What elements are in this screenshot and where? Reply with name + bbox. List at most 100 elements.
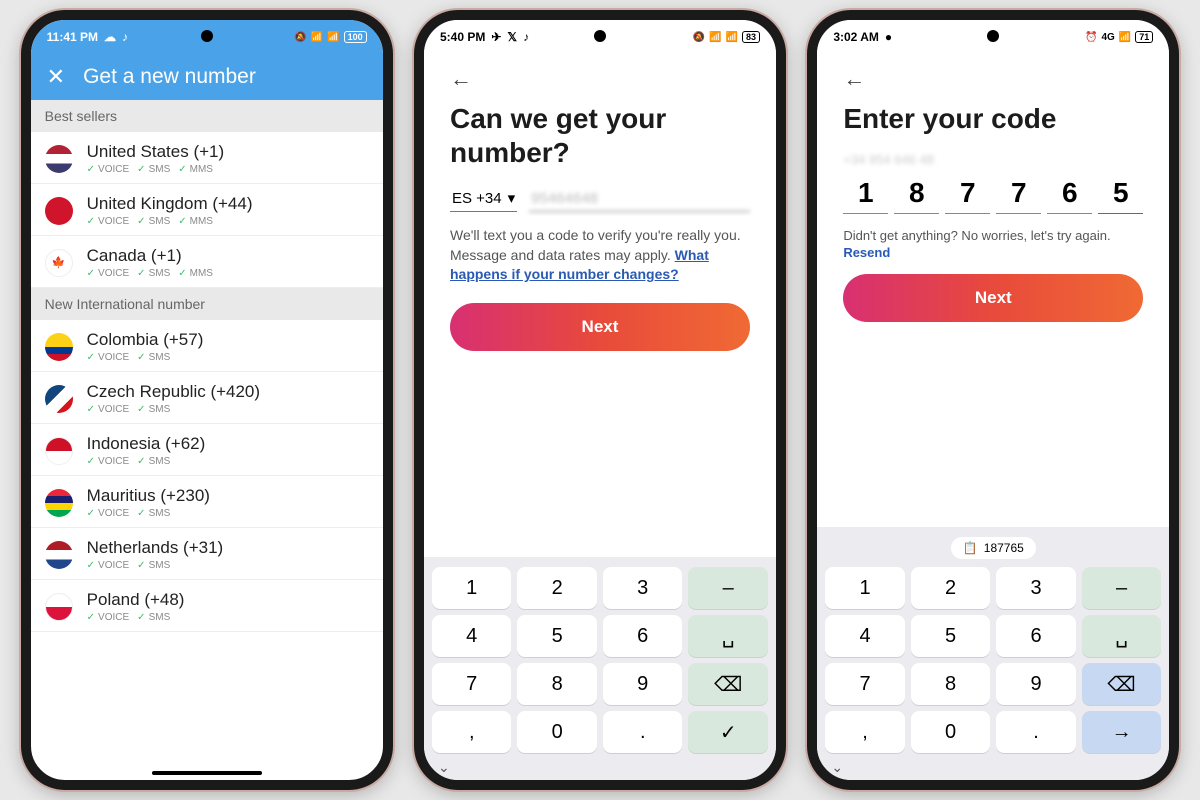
country-row[interactable]: Indonesia (+62)✓VOICE✓SMS [31, 424, 383, 476]
keypad-key-8[interactable]: 8 [517, 663, 597, 705]
signal-icon: 📶 [709, 32, 721, 43]
heading: Can we get your number? [450, 102, 750, 169]
feature-badges: ✓VOICE✓SMS✓MMS [87, 164, 369, 175]
feature-badge: ✓SMS [137, 352, 170, 363]
country-name: Czech Republic (+420) [87, 382, 369, 402]
next-button[interactable]: Next [843, 274, 1143, 322]
keypad-key-,[interactable]: , [432, 711, 512, 753]
keypad-key-9[interactable]: 9 [996, 663, 1076, 705]
flag-icon [45, 437, 73, 465]
status-time: 11:41 PM [47, 30, 98, 44]
keypad-key-6[interactable]: 6 [603, 615, 683, 657]
keypad-key-5[interactable]: 5 [517, 615, 597, 657]
keypad-key-8[interactable]: 8 [911, 663, 991, 705]
keypad-key-.[interactable]: . [996, 711, 1076, 753]
country-scroll-list[interactable]: Best sellersUnited States (+1)✓VOICE✓SMS… [31, 100, 383, 780]
feature-badges: ✓VOICE✓SMS✓MMS [87, 268, 369, 279]
flag-icon: 🍁 [45, 249, 73, 277]
country-row[interactable]: 🍁Canada (+1)✓VOICE✓SMS✓MMS [31, 236, 383, 288]
keypad-key-9[interactable]: 9 [603, 663, 683, 705]
code-digit: 6 [1047, 177, 1092, 214]
code-input[interactable]: 187765 [843, 177, 1143, 214]
keypad-key-✓[interactable]: ✓ [688, 711, 768, 753]
phone-enter-code: 3:02 AM ● ⏰ 4G 📶 71 ← Enter your code +3… [807, 10, 1179, 790]
keypad-key-␣[interactable]: ␣ [1082, 615, 1162, 657]
keypad-key-2[interactable]: 2 [517, 567, 597, 609]
keypad-key-3[interactable]: 3 [603, 567, 683, 609]
flag-icon [45, 197, 73, 225]
suggestion-value: 187765 [984, 541, 1024, 555]
back-icon[interactable]: ← [450, 62, 750, 102]
code-suggestion-chip[interactable]: 📋 187765 [951, 537, 1036, 559]
keypad-key-4[interactable]: 4 [432, 615, 512, 657]
front-camera [594, 30, 606, 42]
keyboard-collapse-icon[interactable]: ⌄ [825, 753, 1161, 776]
code-digit: 1 [843, 177, 888, 214]
country-code-select[interactable]: ES +34 ▾ [450, 185, 517, 212]
feature-badge: ✓SMS [137, 560, 170, 571]
feature-badge: ✓SMS [137, 404, 170, 415]
feature-badges: ✓VOICE✓SMS✓MMS [87, 216, 369, 227]
dot-icon: ● [885, 30, 892, 44]
country-code-value: ES +34 [452, 190, 502, 207]
keypad-key-4[interactable]: 4 [825, 615, 905, 657]
keypad-key-␣[interactable]: ␣ [688, 615, 768, 657]
keypad-key-–[interactable]: – [1082, 567, 1162, 609]
keypad-key-⌫[interactable]: ⌫ [688, 663, 768, 705]
country-row[interactable]: Poland (+48)✓VOICE✓SMS [31, 580, 383, 632]
keypad-key-.[interactable]: . [603, 711, 683, 753]
country-name: United Kingdom (+44) [87, 194, 369, 214]
feature-badges: ✓VOICE✓SMS [87, 508, 369, 519]
country-row[interactable]: United States (+1)✓VOICE✓SMS✓MMS [31, 132, 383, 184]
country-row[interactable]: United Kingdom (+44) ✓VOICE✓SMS✓MMS [31, 184, 383, 236]
telegram-icon: ✈ [491, 30, 501, 44]
back-icon[interactable]: ← [843, 62, 1143, 102]
battery-indicator: 83 [742, 31, 760, 43]
feature-badges: ✓VOICE✓SMS [87, 560, 369, 571]
battery-indicator: 71 [1135, 31, 1153, 43]
country-row[interactable]: Czech Republic (+420)✓VOICE✓SMS [31, 372, 383, 424]
keypad-key-→[interactable]: → [1082, 711, 1162, 753]
keypad-key-–[interactable]: – [688, 567, 768, 609]
feature-badge: ✓SMS [137, 456, 170, 467]
feature-badge: ✓VOICE [87, 164, 130, 175]
keyboard-collapse-icon[interactable]: ⌄ [432, 753, 768, 776]
country-row[interactable]: Colombia (+57)✓VOICE✓SMS [31, 320, 383, 372]
section-header: New International number [31, 288, 383, 320]
resend-link[interactable]: Resend [843, 245, 1143, 260]
country-row[interactable]: Mauritius (+230) ✓VOICE✓SMS [31, 476, 383, 528]
x-icon: 𝕏 [507, 30, 517, 44]
keypad-key-7[interactable]: 7 [825, 663, 905, 705]
keypad-key-1[interactable]: 1 [432, 567, 512, 609]
keypad-key-3[interactable]: 3 [996, 567, 1076, 609]
close-icon[interactable]: ✕ [47, 64, 65, 90]
keypad-key-2[interactable]: 2 [911, 567, 991, 609]
feature-badge: ✓SMS [137, 508, 170, 519]
keypad-key-6[interactable]: 6 [996, 615, 1076, 657]
country-name: Mauritius (+230) [87, 486, 369, 506]
keypad-key-1[interactable]: 1 [825, 567, 905, 609]
keypad-key-7[interactable]: 7 [432, 663, 512, 705]
next-button[interactable]: Next [450, 303, 750, 351]
signal-icon: 📶 [311, 32, 323, 43]
feature-badge: ✓SMS [137, 216, 170, 227]
feature-badge: ✓SMS [137, 164, 170, 175]
keypad-key-⌫[interactable]: ⌫ [1082, 663, 1162, 705]
country-name: Poland (+48) [87, 590, 369, 610]
keypad-key-0[interactable]: 0 [911, 711, 991, 753]
home-indicator[interactable] [152, 771, 262, 775]
description-text: We'll text you a code to verify you're r… [450, 226, 750, 285]
title-bar: ✕ Get a new number [31, 54, 383, 100]
keypad-key-,[interactable]: , [825, 711, 905, 753]
keypad-key-5[interactable]: 5 [911, 615, 991, 657]
page-title: Get a new number [83, 65, 256, 89]
mute-icon: 🔕 [693, 32, 705, 43]
wifi-icon: 📶 [726, 32, 738, 43]
keypad-key-0[interactable]: 0 [517, 711, 597, 753]
flag-icon [45, 385, 73, 413]
country-row[interactable]: Netherlands (+31)✓VOICE✓SMS [31, 528, 383, 580]
signal-4g-icon: 4G [1102, 32, 1115, 43]
music-icon: ♪ [122, 30, 128, 44]
phone-number-input[interactable]: 95464648 [529, 186, 750, 212]
code-digit: 7 [996, 177, 1041, 214]
